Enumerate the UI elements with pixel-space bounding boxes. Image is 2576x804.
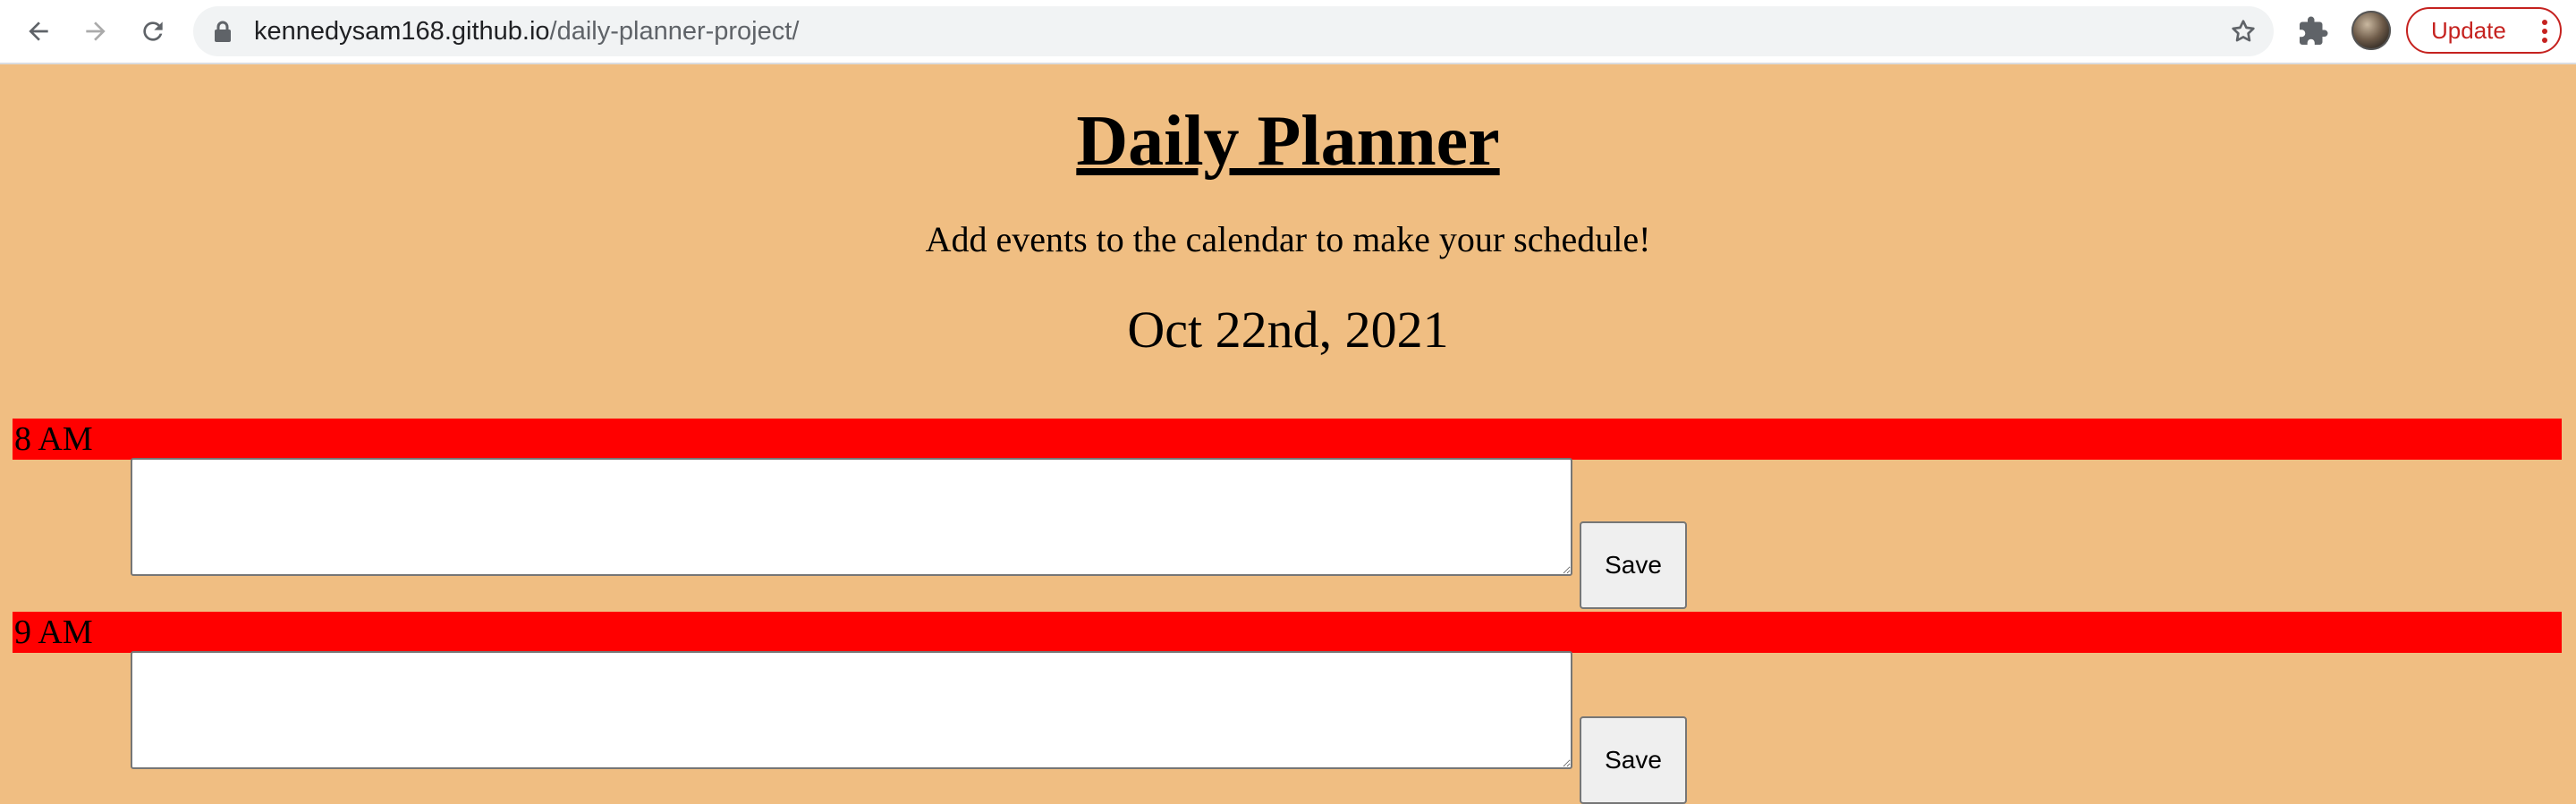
forward-button[interactable] [74,10,117,53]
kebab-menu-icon [2542,20,2547,43]
url-path: /daily-planner-project/ [549,17,800,46]
event-textarea[interactable] [131,651,1572,769]
save-button[interactable]: Save [1580,716,1687,804]
star-icon[interactable] [2229,17,2258,46]
event-textarea[interactable] [131,458,1572,576]
hour-label: 9 AM [13,612,2562,653]
update-label: Update [2431,16,2506,44]
current-date: Oct 22nd, 2021 [1127,300,1449,359]
hour-label: 8 AM [13,419,2562,460]
page-content: Daily Planner Add events to the calendar… [0,64,2576,804]
save-button[interactable]: Save [1580,521,1687,609]
forward-arrow-icon [86,21,106,41]
reload-icon [143,21,163,41]
back-button[interactable] [17,10,60,53]
page-title: Daily Planner [1076,102,1500,181]
page-lead: Add events to the calendar to make your … [925,219,1651,259]
lock-icon [215,21,231,42]
profile-avatar[interactable] [2351,11,2391,50]
reload-button[interactable] [131,10,174,53]
update-button[interactable]: Update [2406,7,2562,54]
address-bar[interactable]: kennedysam168.github.io/daily-planner-pr… [193,6,2274,56]
browser-toolbar: kennedysam168.github.io/daily-planner-pr… [0,0,2576,64]
url-text: kennedysam168.github.io/daily-planner-pr… [254,6,799,56]
url-host: kennedysam168.github.io [254,17,550,46]
back-arrow-icon [29,21,48,41]
extensions-puzzle-icon[interactable] [2297,15,2329,47]
